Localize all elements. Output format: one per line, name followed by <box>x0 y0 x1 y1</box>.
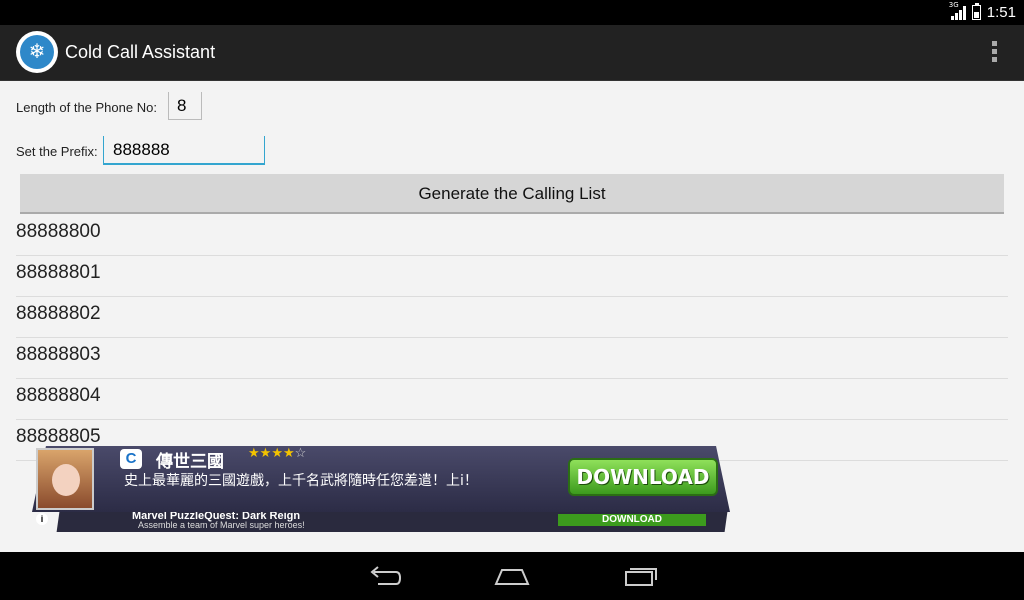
length-input[interactable] <box>168 92 202 120</box>
snowflake-logo-icon[interactable]: ❄ <box>16 31 58 73</box>
prefix-label: Set the Prefix: <box>16 144 98 159</box>
ad-title: 傳世三國 <box>156 452 224 472</box>
network-type: 3G <box>948 1 959 9</box>
list-item[interactable]: 88888800 <box>16 215 1008 256</box>
recents-icon[interactable] <box>620 562 660 590</box>
star-empty-icon: ☆ <box>294 445 307 460</box>
list-item[interactable]: 88888802 <box>16 297 1008 338</box>
star-icon: ★ <box>282 445 295 460</box>
overflow-menu-icon[interactable] <box>990 41 998 65</box>
ad-secondary-subtitle: Assemble a team of Marvel super heroes! <box>138 520 305 530</box>
ad-c-logo-icon: C <box>120 449 142 469</box>
navigation-bar <box>0 552 1024 600</box>
star-icon: ★ <box>259 445 272 460</box>
back-icon[interactable] <box>364 562 404 590</box>
status-bar: 3G 1:51 <box>0 0 1024 25</box>
length-label: Length of the Phone No: <box>16 100 157 115</box>
calling-list: 88888800 88888801 88888802 88888803 8888… <box>16 215 1008 461</box>
star-icon: ★ <box>271 445 283 460</box>
ad-banner[interactable]: Marvel PuzzleQuest: Dark Reign Assemble … <box>28 445 731 534</box>
info-icon[interactable]: i <box>36 513 48 525</box>
ad-star-rating: ★★★★☆ <box>248 445 306 461</box>
list-item[interactable]: 88888803 <box>16 338 1008 379</box>
ad-download-button[interactable]: DOWNLOAD <box>568 458 718 496</box>
app-title: Cold Call Assistant <box>65 42 216 62</box>
home-icon[interactable] <box>492 562 532 590</box>
ad-secondary-download-button[interactable]: DOWNLOAD <box>558 514 706 526</box>
ad-game-avatar <box>36 448 94 510</box>
battery-icon <box>971 3 981 20</box>
ad-description: 史上最華麗的三國遊戲，上千名武將隨時任您差遣！上i！ <box>124 473 478 489</box>
list-item[interactable]: 88888804 <box>16 379 1008 420</box>
star-icon: ★ <box>248 445 260 460</box>
prefix-input[interactable] <box>103 136 265 165</box>
action-bar: ❄ Cold Call Assistant <box>0 25 1024 81</box>
generate-calling-list-button[interactable]: Generate the Calling List <box>20 174 1004 214</box>
cell-signal-icon: 3G <box>949 1 966 20</box>
list-item[interactable]: 88888801 <box>16 256 1008 297</box>
status-clock: 1:51 <box>986 4 1016 21</box>
status-icons: 3G 1:51 <box>949 1 1016 22</box>
